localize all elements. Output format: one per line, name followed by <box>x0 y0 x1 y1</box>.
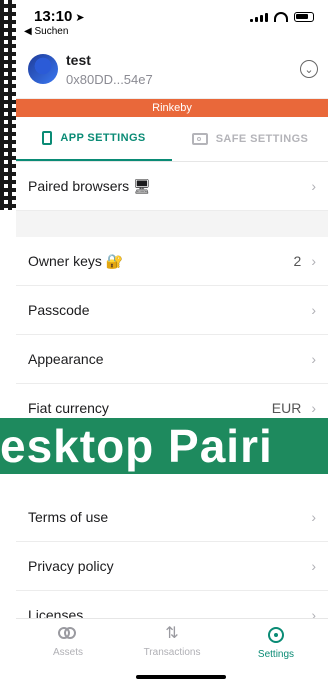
row-paired-browsers[interactable]: Paired browsers 🖥 › <box>16 162 328 211</box>
row-passcode[interactable]: Passcode › <box>16 286 328 335</box>
chevron-right-icon: › <box>311 400 316 416</box>
computer-icon: 🖥 <box>133 177 151 194</box>
tab-app-settings[interactable]: APP SETTINGS <box>16 117 172 161</box>
wifi-icon <box>274 12 288 22</box>
settings-icon <box>268 627 284 643</box>
safe-switch-icon[interactable]: ⌄ <box>300 60 318 78</box>
safe-address: 0x80DD...54e7 <box>66 72 153 87</box>
safe-avatar <box>28 54 58 84</box>
bottom-navigation: Assets ⇅ Transactions Settings <box>16 618 328 685</box>
row-label: Paired browsers <box>28 177 130 194</box>
swap-arrows-icon: ⇅ <box>165 625 179 642</box>
owner-keys-count: 2 <box>293 253 302 269</box>
row-label: Appearance <box>28 351 104 367</box>
safe-icon <box>191 133 208 145</box>
row-label: Passcode <box>28 302 90 318</box>
nav-transactions-label: Transactions <box>143 647 201 658</box>
row-label: Terms of use <box>28 509 109 525</box>
status-icons <box>250 12 314 22</box>
row-label: Owner keys <box>28 252 102 269</box>
safe-header[interactable]: test 0x80DD...54e7 ⌄ <box>16 40 328 99</box>
status-time: 13:10 ➤ <box>34 8 85 25</box>
tab-app-settings-label: APP SETTINGS <box>60 132 146 144</box>
back-to-app-link[interactable]: ◀ Suchen <box>24 26 68 37</box>
nav-settings[interactable]: Settings <box>224 619 328 685</box>
chevron-right-icon: › <box>311 178 316 194</box>
nav-assets[interactable]: Assets <box>16 619 120 685</box>
battery-icon <box>294 12 314 22</box>
row-label: Privacy policy <box>28 558 114 574</box>
status-bar: 13:10 ➤ ◀ Suchen <box>16 0 328 40</box>
app-window: 13:10 ➤ ◀ Suchen test 0x80DD...54e7 ⌄ Rin… <box>16 0 328 685</box>
location-arrow-icon: ➤ <box>75 12 85 24</box>
section-divider <box>16 211 328 237</box>
overlay-title-banner: esktop Pairi <box>0 418 328 474</box>
row-terms-of-use[interactable]: Terms of use › <box>16 493 328 542</box>
network-banner: Rinkeby <box>16 99 328 117</box>
tab-safe-settings-label: SAFE SETTINGS <box>215 133 309 145</box>
settings-list: Paired browsers 🖥 › Owner keys 🔐 2 › Passco… <box>16 162 328 640</box>
safe-name: test <box>66 52 91 68</box>
chevron-right-icon: › <box>311 253 316 269</box>
tab-safe-settings[interactable]: SAFE SETTINGS <box>172 117 328 161</box>
row-label: Fiat currency <box>28 400 109 416</box>
fiat-currency-value: EUR <box>271 400 302 416</box>
phone-icon <box>42 131 53 145</box>
chevron-right-icon: › <box>311 351 316 367</box>
home-indicator <box>136 675 226 679</box>
row-privacy-policy[interactable]: Privacy policy › <box>16 542 328 591</box>
qr-code-background <box>0 0 16 210</box>
row-appearance[interactable]: Appearance › <box>16 335 328 384</box>
chevron-right-icon: › <box>311 558 316 574</box>
settings-tabs: APP SETTINGS SAFE SETTINGS <box>16 117 328 162</box>
row-owner-keys[interactable]: Owner keys 🔐 2 › <box>16 237 328 286</box>
nav-assets-label: Assets <box>52 647 83 658</box>
chevron-right-icon: › <box>311 302 316 318</box>
lock-key-icon: 🔐 <box>105 252 124 269</box>
signal-icon <box>250 12 268 22</box>
nav-settings-label: Settings <box>257 649 295 660</box>
coins-icon <box>58 627 78 641</box>
chevron-right-icon: › <box>311 509 316 525</box>
